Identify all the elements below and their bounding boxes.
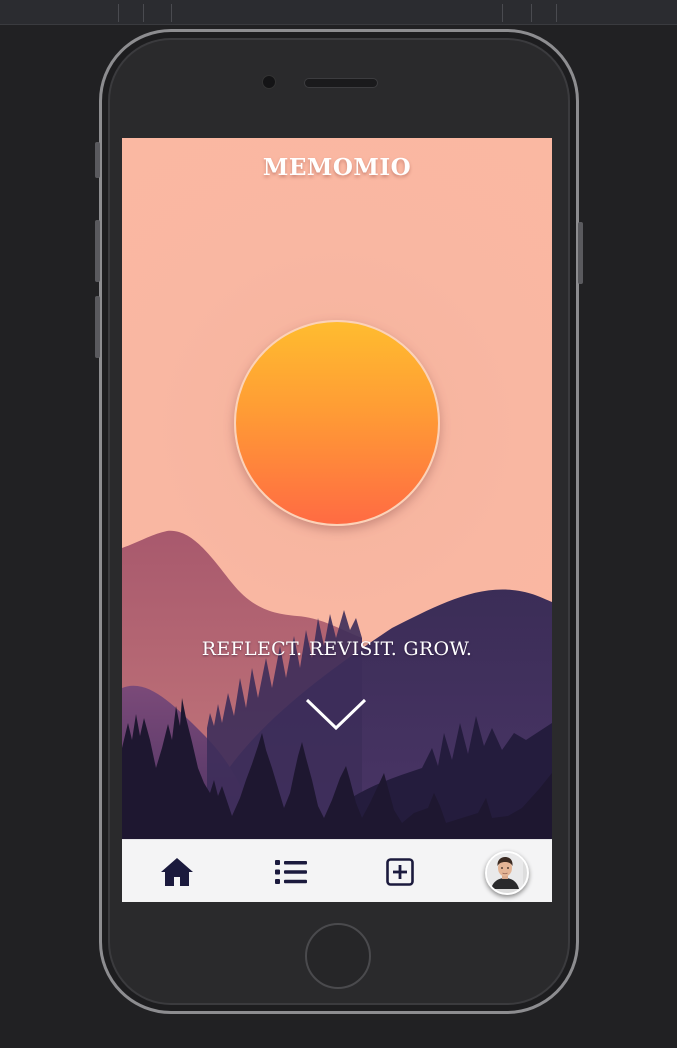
nav-home-button[interactable] <box>152 840 202 902</box>
home-icon <box>161 857 193 886</box>
home-button[interactable] <box>305 923 371 989</box>
toolbar-divider <box>502 4 503 22</box>
avatar-photo <box>487 853 523 889</box>
app-toolbar <box>0 0 677 25</box>
toolbar-divider <box>556 4 557 22</box>
nav-list-button[interactable] <box>266 840 316 902</box>
power-button <box>578 222 583 284</box>
earpiece-speaker <box>304 78 378 88</box>
toolbar-divider <box>171 4 172 22</box>
app-tagline: REFLECT. REVISIT. GROW. <box>201 638 473 660</box>
app-title: MEMOMIO <box>262 154 412 181</box>
chevron-down-icon[interactable] <box>304 696 368 736</box>
app-screen: MEMOMIO REFLECT. REVISIT. GROW. <box>122 138 552 902</box>
list-icon <box>275 859 307 884</box>
volume-up-button <box>95 220 100 282</box>
front-camera <box>262 75 276 89</box>
mountain-landscape <box>122 530 552 839</box>
add-entry-icon <box>386 857 414 886</box>
toolbar-divider <box>531 4 532 22</box>
sun-illustration <box>234 320 440 526</box>
bottom-navigation <box>122 839 552 902</box>
toolbar-divider <box>143 4 144 22</box>
nav-add-entry-button[interactable] <box>375 840 425 902</box>
profile-avatar[interactable] <box>485 851 529 895</box>
toolbar-divider <box>118 4 119 22</box>
volume-down-button <box>95 296 100 358</box>
mute-switch <box>95 142 100 178</box>
